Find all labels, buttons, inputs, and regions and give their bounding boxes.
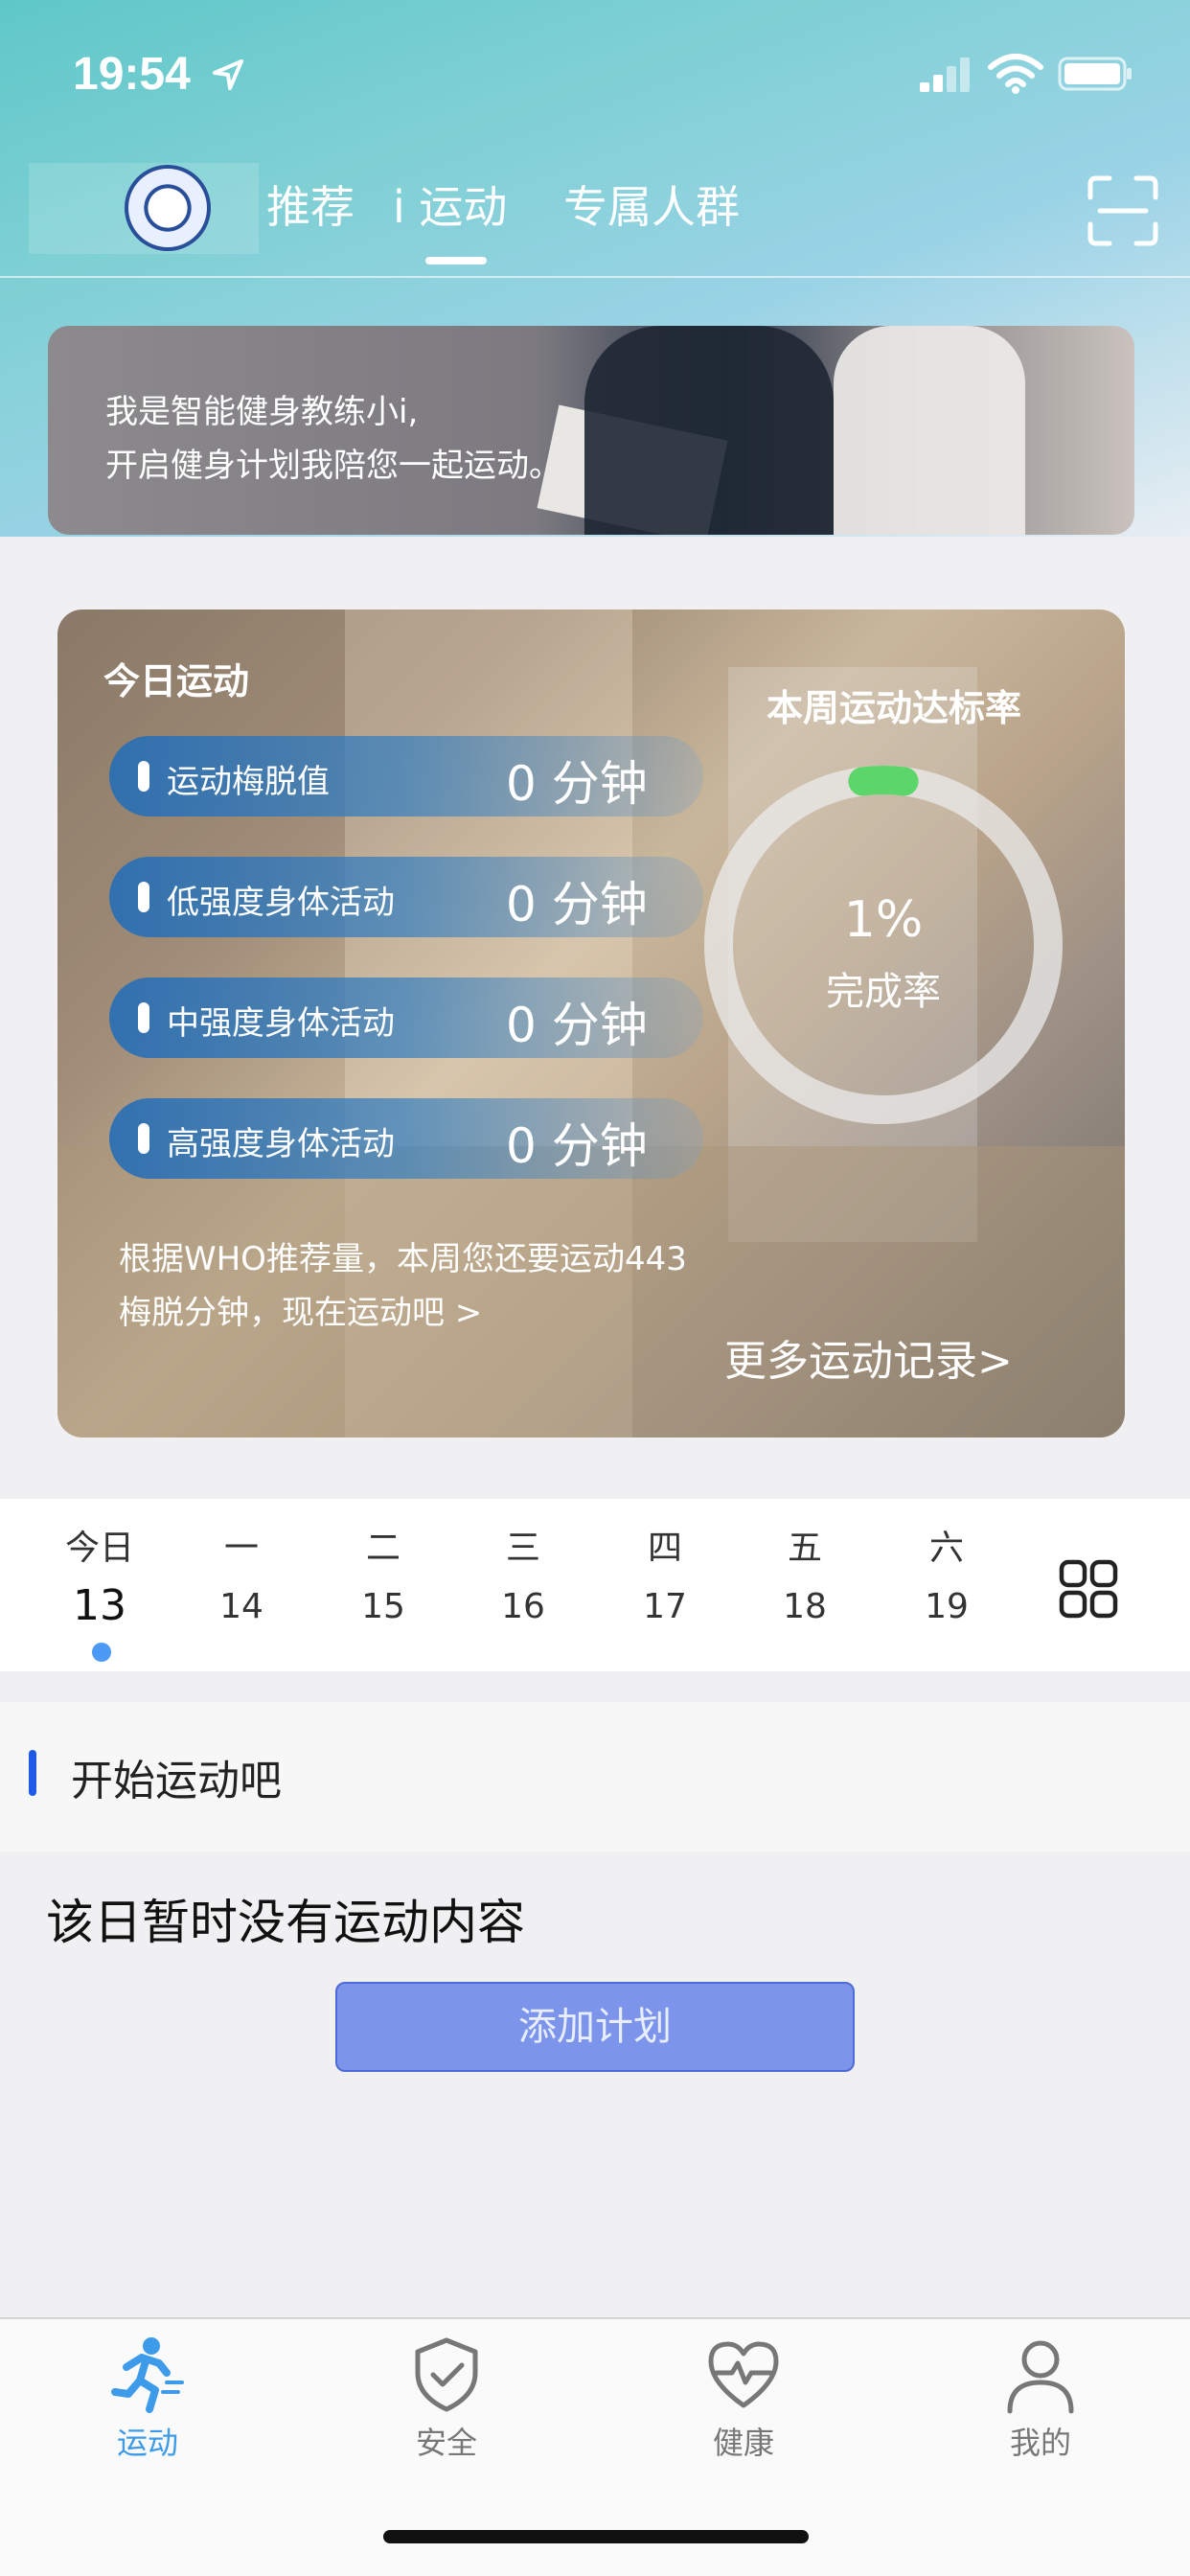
tabbar-label: 健康 — [712, 2425, 774, 2461]
section-title: 开始运动吧 — [71, 1757, 282, 1806]
day-friday[interactable]: 五 18 — [747, 1520, 862, 1626]
completion-label: 完成率 — [826, 970, 941, 1014]
banner-photo-trainer — [584, 326, 834, 535]
today-exercise-card: 今日运动 本周运动达标率 运动梅脱值 0 分钟 低强度身体活动 0 分钟 中强度… — [57, 610, 1125, 1438]
section-accent-bar — [29, 1750, 36, 1796]
day-wednesday[interactable]: 三 16 — [466, 1520, 581, 1626]
metric-low-intensity: 低强度身体活动 0 分钟 — [109, 857, 703, 937]
tab-special-group[interactable]: 专属人群 — [563, 172, 740, 236]
banner-line-1: 我是智能健身教练小i, — [105, 393, 419, 431]
today-exercise-title: 今日运动 — [103, 660, 250, 702]
status-bar: 19:54 — [0, 0, 1190, 153]
metric-label: 低强度身体活动 — [167, 884, 395, 922]
metric-marker — [138, 1123, 149, 1154]
metric-marker — [138, 761, 149, 792]
who-advice[interactable]: 根据WHO推荐量，本周您还要运动443 梅脱分钟，现在运动吧 > — [119, 1232, 847, 1340]
tabbar-item-sport[interactable]: 运动 — [52, 2334, 243, 2463]
tabbar-item-safety[interactable]: 安全 — [351, 2334, 542, 2463]
day-name: 二 — [365, 1529, 400, 1568]
day-name: 一 — [223, 1529, 259, 1568]
coach-banner[interactable]: 我是智能健身教练小i, 开启健身计划我陪您一起运动。 — [48, 326, 1134, 535]
cellular-signal-icon — [920, 58, 970, 92]
day-today[interactable]: 今日 13 — [42, 1520, 157, 1630]
day-number: 17 — [643, 1587, 687, 1626]
day-name: 今日 — [64, 1529, 134, 1568]
day-name: 六 — [928, 1529, 964, 1568]
completion-ring-progress — [848, 766, 919, 796]
day-tuesday[interactable]: 二 15 — [326, 1520, 441, 1626]
tab-sport[interactable]: i 运动 — [393, 172, 507, 236]
day-number: 15 — [361, 1587, 405, 1626]
heart-pulse-icon — [708, 2341, 779, 2408]
status-time: 19:54 — [73, 49, 191, 100]
metric-label: 高强度身体活动 — [167, 1125, 395, 1163]
person-icon — [1007, 2340, 1074, 2414]
metric-label: 运动梅脱值 — [167, 763, 330, 801]
empty-state-text: 该日暂时没有运动内容 — [46, 1895, 525, 1950]
day-number: 14 — [219, 1587, 263, 1626]
location-arrow-icon — [213, 59, 243, 90]
add-plan-button[interactable]: 添加计划 — [335, 1982, 855, 2072]
metric-value: 0 分钟 — [506, 1118, 648, 1174]
day-name: 三 — [505, 1529, 540, 1568]
tabbar-label: 安全 — [415, 2425, 477, 2461]
metric-high-intensity: 高强度身体活动 0 分钟 — [109, 1098, 703, 1179]
home-indicator — [383, 2530, 809, 2543]
top-nav: 推荐 i 运动 专属人群 — [0, 163, 1190, 278]
school-emblem — [125, 165, 211, 251]
day-number: 18 — [783, 1587, 827, 1626]
scan-icon[interactable] — [1087, 174, 1159, 247]
tabbar-item-mine[interactable]: 我的 — [945, 2334, 1136, 2463]
running-icon — [111, 2337, 184, 2413]
more-records-link[interactable]: 更多运动记录> — [724, 1326, 1013, 1388]
day-monday[interactable]: 一 14 — [184, 1520, 299, 1626]
banner-text: 我是智能健身教练小i, 开启健身计划我陪您一起运动。 — [105, 385, 561, 493]
metric-met-value: 运动梅脱值 0 分钟 — [109, 736, 703, 816]
metric-label: 中强度身体活动 — [167, 1004, 395, 1043]
tabbar-label: 我的 — [1009, 2425, 1071, 2461]
tab-recommend[interactable]: 推荐 — [266, 172, 355, 236]
metric-medium-intensity: 中强度身体活动 0 分钟 — [109, 978, 703, 1058]
day-number: 19 — [925, 1587, 969, 1626]
start-exercise-section: 开始运动吧 — [0, 1702, 1190, 1852]
shield-check-icon — [415, 2337, 478, 2412]
metric-marker — [138, 1002, 149, 1033]
weekly-rate-title: 本周运动达标率 — [767, 687, 1022, 729]
school-logo — [29, 163, 259, 254]
wifi-icon — [988, 54, 1043, 94]
grid-icon[interactable] — [1058, 1558, 1119, 1620]
banner-photo-client — [834, 326, 1025, 535]
day-name: 四 — [647, 1529, 682, 1568]
battery-icon — [1058, 57, 1132, 91]
banner-line-2: 开启健身计划我陪您一起运动。 — [105, 447, 561, 485]
tabbar-label: 运动 — [116, 2425, 178, 2461]
metric-value: 0 分钟 — [506, 998, 648, 1053]
week-day-selector: 今日 13 一 14 二 15 三 16 四 17 五 18 六 19 — [0, 1499, 1190, 1671]
day-number: 13 — [73, 1581, 126, 1630]
day-number: 16 — [501, 1587, 545, 1626]
active-tab-indicator — [425, 257, 487, 264]
tabbar-item-health[interactable]: 健康 — [648, 2334, 839, 2463]
day-name: 五 — [787, 1529, 822, 1568]
metric-marker — [138, 882, 149, 912]
metric-value: 0 分钟 — [506, 877, 648, 932]
selected-day-dot — [92, 1643, 111, 1662]
day-thursday[interactable]: 四 17 — [607, 1520, 722, 1626]
header-divider — [0, 276, 1190, 278]
completion-percent: 1% — [843, 891, 924, 949]
day-saturday[interactable]: 六 19 — [889, 1520, 1004, 1626]
metric-value: 0 分钟 — [506, 756, 648, 812]
advice-line-1: 根据WHO推荐量，本周您还要运动443 — [119, 1240, 687, 1278]
